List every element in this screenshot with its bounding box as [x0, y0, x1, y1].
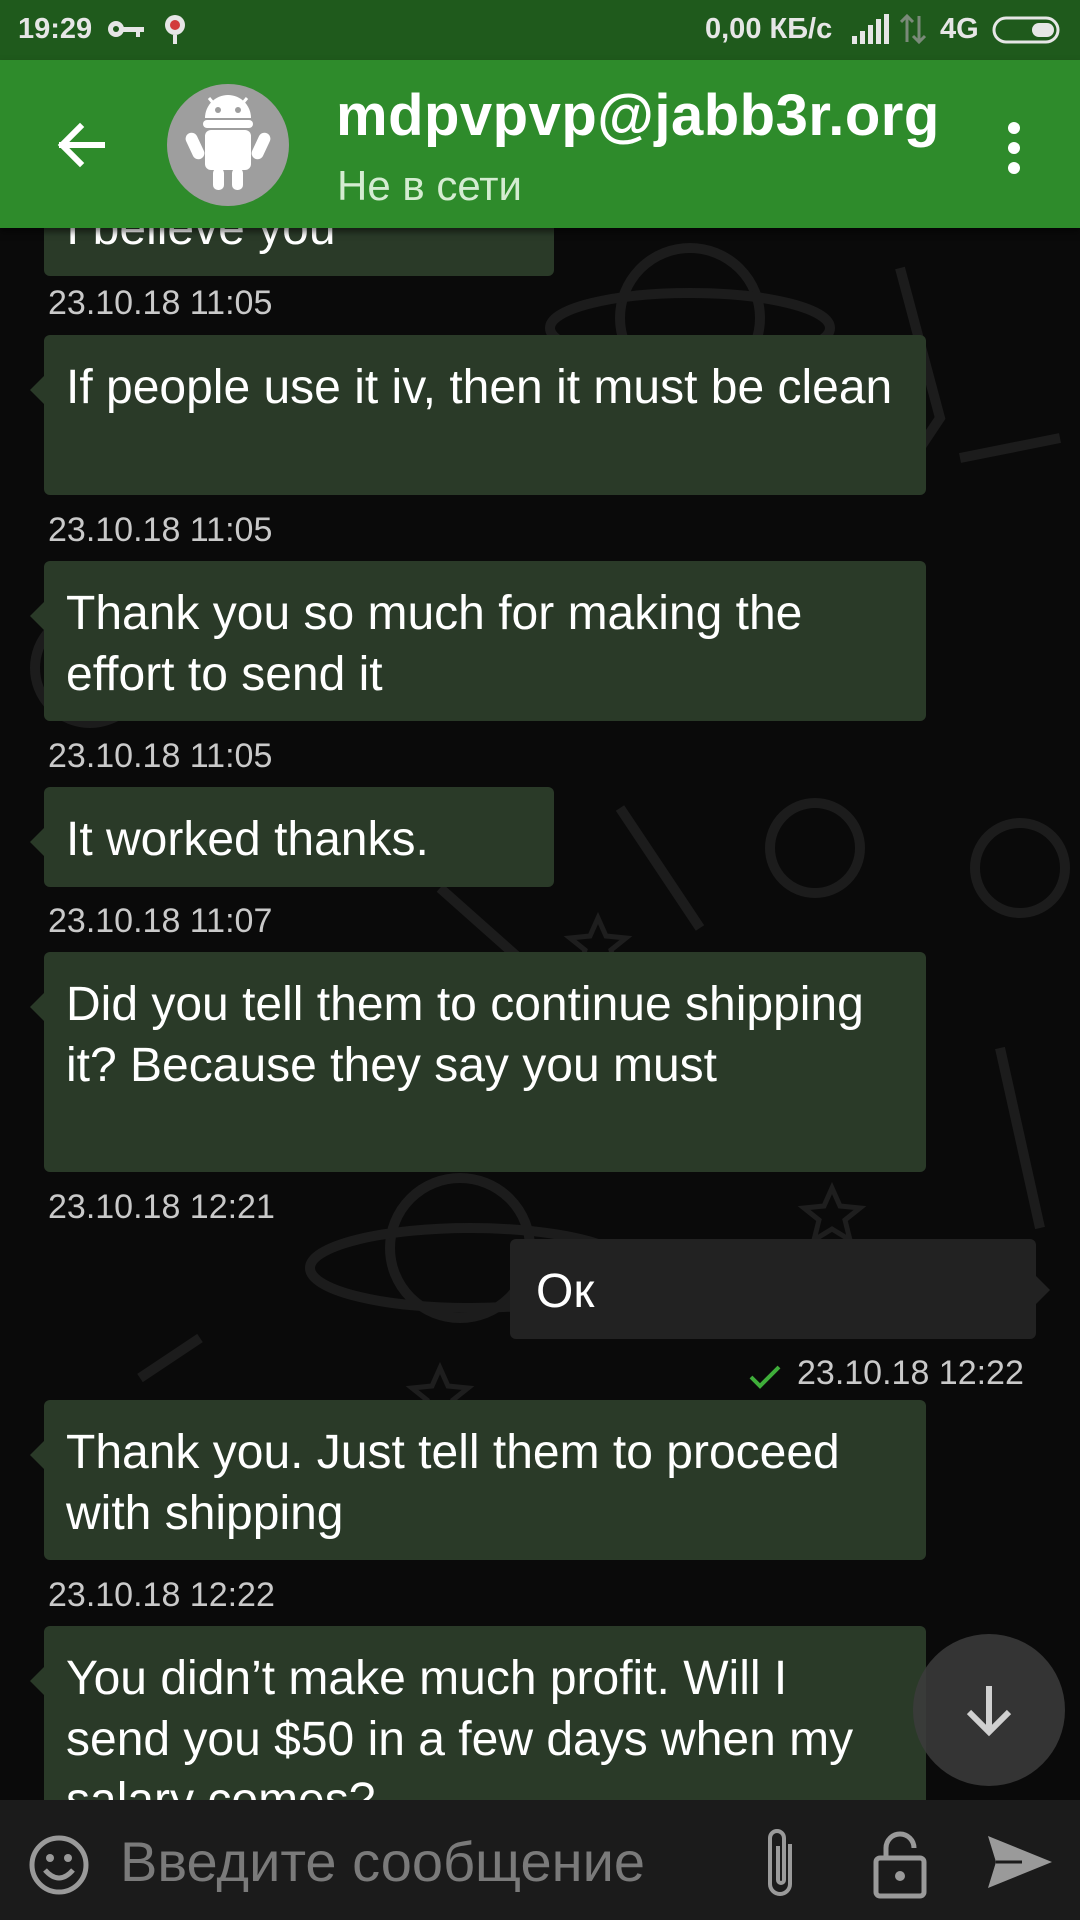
- message-timestamp: 23.10.18 11:05: [48, 511, 273, 549]
- bubble-tail: [30, 828, 44, 856]
- message-bubble[interactable]: Thank you so much for making the effort …: [44, 561, 926, 721]
- message-bubble[interactable]: Ок: [510, 1239, 1036, 1339]
- message-input[interactable]: [120, 1828, 720, 1894]
- message-timestamp: 23.10.18 12:22: [48, 1576, 275, 1614]
- network-type: 4G: [940, 13, 979, 45]
- clock: 19:29: [18, 13, 93, 45]
- contact-title: mdpvpvp@jabb3r.org: [336, 83, 940, 148]
- notification-icon: [165, 15, 185, 44]
- message-timestamp: 23.10.18 12:21: [48, 1188, 275, 1226]
- android-robot-icon: [185, 95, 271, 190]
- bubble-tail: [30, 602, 44, 630]
- cell-signal-icon: [852, 14, 889, 44]
- delivered-check-icon: [749, 1365, 781, 1389]
- composer-bar: [0, 1800, 1080, 1920]
- battery-icon: [992, 16, 1060, 44]
- contact-status: Не в сети: [337, 162, 523, 209]
- message-timestamp: 23.10.18 12:22: [797, 1354, 1024, 1392]
- network-speed: 0,00 КБ/с: [705, 13, 833, 45]
- lock-icon[interactable]: [872, 1828, 928, 1900]
- app-bar: mdpvpvp@jabb3r.org Не в сети: [0, 60, 1080, 228]
- arrow-down-icon: [966, 1686, 1012, 1737]
- bubble-tail: [30, 993, 44, 1021]
- message-bubble[interactable]: Thank you. Just tell them to proceed wit…: [44, 1400, 926, 1560]
- scroll-to-bottom-button[interactable]: [913, 1634, 1065, 1786]
- status-bar: 19:29 0,00 КБ/с 4G: [0, 0, 1080, 60]
- bubble-tail: [30, 1667, 44, 1695]
- message-text: Thank you so much for making the effort …: [66, 587, 803, 701]
- message-text: I believe you: [66, 228, 336, 255]
- message-list[interactable]: I believe you 23.10.18 11:05 If people u…: [0, 228, 1080, 1800]
- bubble-tail: [30, 1441, 44, 1469]
- bubble-tail: [30, 376, 44, 404]
- overflow-menu-icon[interactable]: [996, 118, 1032, 178]
- message-text: Ок: [536, 1265, 595, 1318]
- data-transfer-icon: [900, 14, 926, 44]
- message-bubble[interactable]: Did you tell them to continue shipping i…: [44, 952, 926, 1172]
- vpn-key-icon: [108, 21, 144, 37]
- message-text: Thank you. Just tell them to proceed wit…: [66, 1426, 840, 1540]
- emoji-icon[interactable]: [28, 1834, 90, 1896]
- message-bubble[interactable]: It worked thanks.: [44, 787, 554, 887]
- message-text: If people use it iv, then it must be cle…: [66, 361, 893, 414]
- message-bubble[interactable]: If people use it iv, then it must be cle…: [44, 335, 926, 495]
- message-timestamp: 23.10.18 11:07: [48, 902, 273, 940]
- avatar[interactable]: [167, 84, 289, 206]
- send-icon[interactable]: [986, 1834, 1054, 1890]
- message-text: It worked thanks.: [66, 813, 429, 866]
- message-bubble[interactable]: You didn’t make much profit. Will I send…: [44, 1626, 926, 1800]
- bubble-tail: [1036, 1276, 1050, 1304]
- message-text: Did you tell them to continue shipping i…: [66, 978, 864, 1092]
- message-bubble[interactable]: I believe you: [44, 228, 554, 276]
- message-timestamp: 23.10.18 11:05: [48, 284, 273, 322]
- back-arrow-icon[interactable]: [52, 115, 112, 175]
- message-text: You didn’t make much profit. Will I send…: [66, 1652, 854, 1800]
- message-timestamp: 23.10.18 11:05: [48, 737, 273, 775]
- paperclip-icon[interactable]: [756, 1824, 804, 1904]
